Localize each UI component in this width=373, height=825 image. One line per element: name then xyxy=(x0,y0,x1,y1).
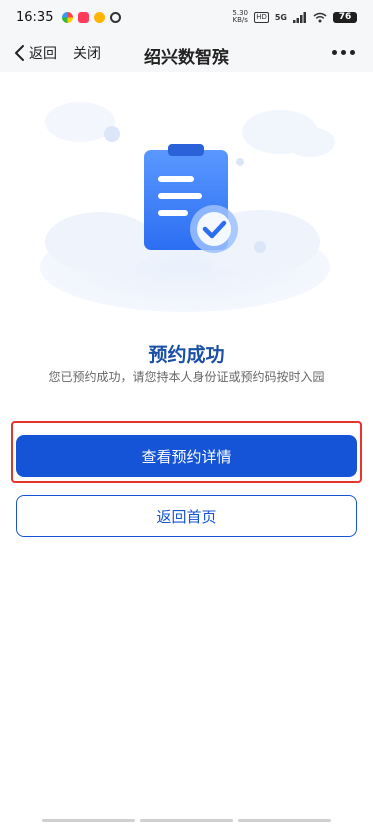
success-description: 您已预约成功，请您持本人身份证或预约码按时入园 xyxy=(48,370,325,384)
home-indicator xyxy=(42,819,331,822)
back-home-button[interactable]: 返回首页 xyxy=(16,495,357,537)
hd-badge: HD xyxy=(254,11,269,23)
back-label: 返回 xyxy=(29,46,57,62)
status-time: 16:35 xyxy=(16,9,54,25)
app-notification-icon xyxy=(94,11,106,23)
cloud-shape xyxy=(285,127,335,157)
cloud-shape xyxy=(45,212,155,272)
app-notification-icon xyxy=(62,11,74,23)
wifi-icon xyxy=(313,12,327,22)
battery-icon: 76 xyxy=(333,11,357,23)
decor-dot xyxy=(236,158,244,166)
app-notification-icon xyxy=(78,11,90,23)
status-left: 16:35 xyxy=(16,9,122,25)
success-illustration xyxy=(40,102,335,312)
network-speed: 5.30 KB/s xyxy=(232,10,248,24)
view-booking-details-button[interactable]: 查看预约详情 xyxy=(16,435,357,477)
network-speed-unit: KB/s xyxy=(232,16,248,24)
status-bar: 16:35 5.30 KB/s HD 5G 76 xyxy=(0,0,373,34)
more-icon[interactable] xyxy=(332,50,355,55)
chevron-left-icon xyxy=(15,45,24,61)
status-right: 5.30 KB/s HD 5G 76 xyxy=(232,10,357,24)
success-title: 预约成功 xyxy=(148,344,225,366)
close-button[interactable]: 关闭 xyxy=(73,43,101,63)
clipboard-check-icon xyxy=(144,144,238,253)
decor-dot xyxy=(254,241,266,253)
back-button[interactable]: 返回 xyxy=(14,43,57,63)
app-notification-icon xyxy=(110,11,122,23)
signal-bars-icon xyxy=(293,11,306,23)
signal-5g-label: 5G xyxy=(274,12,287,22)
nav-bar: 返回 关闭 绍兴数智殡 xyxy=(0,34,373,72)
decor-dot xyxy=(104,126,120,142)
